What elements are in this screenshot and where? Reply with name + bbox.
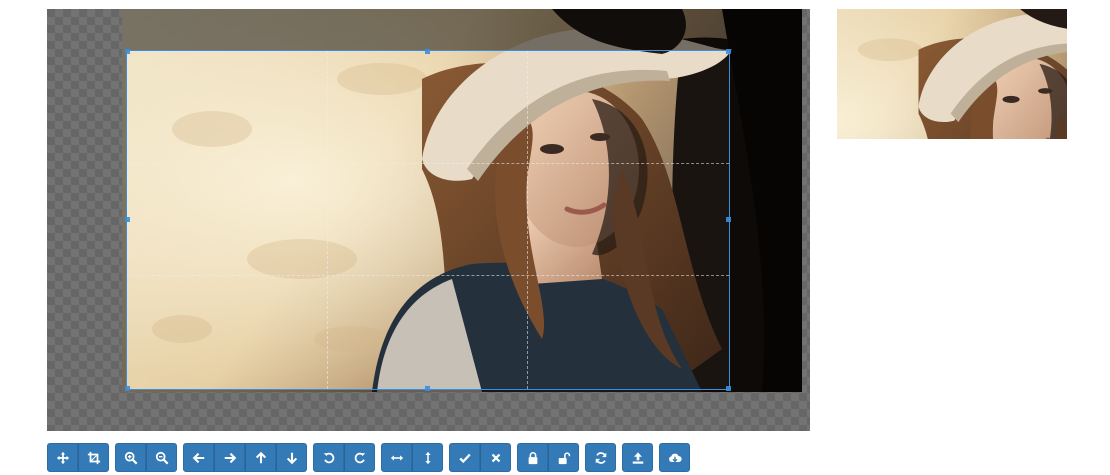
rotate-left-icon (323, 452, 334, 463)
crop-clear-button[interactable] (480, 443, 511, 472)
rotate-group (313, 443, 375, 472)
rotate-left-button[interactable] (313, 443, 344, 472)
upload-image-button[interactable] (622, 443, 653, 472)
move-up-button[interactable] (245, 443, 276, 472)
flip-horizontal-button[interactable] (381, 443, 412, 472)
crop-preview (837, 9, 1067, 139)
upload-group (622, 443, 653, 472)
upload-icon (632, 451, 643, 464)
download-button[interactable] (659, 443, 690, 472)
crop-guide-vertical-1 (327, 51, 328, 389)
download-group (659, 443, 690, 472)
flip-horizontal-icon (390, 454, 403, 461)
toolbar (47, 443, 696, 472)
disable-button[interactable] (517, 443, 548, 472)
arrow-left-icon (192, 452, 204, 463)
resize-handle-s[interactable] (425, 386, 430, 391)
resize-handle-e[interactable] (726, 217, 731, 222)
crop-confirm-button[interactable] (449, 443, 480, 472)
arrow-up-icon (255, 451, 266, 463)
crop-actions-group (449, 443, 511, 472)
move-down-button[interactable] (276, 443, 307, 472)
resize-handle-w[interactable] (125, 217, 130, 222)
flip-group (381, 443, 443, 472)
move-right-button[interactable] (214, 443, 245, 472)
zoom-out-icon (155, 451, 168, 464)
move-group (183, 443, 307, 472)
zoom-out-button[interactable] (146, 443, 177, 472)
refresh-icon (595, 451, 606, 464)
move-icon (56, 451, 69, 464)
resize-handle-n[interactable] (425, 49, 430, 54)
move-left-button[interactable] (183, 443, 214, 472)
cloud-download-icon (668, 453, 682, 462)
crop-guide-horizontal-2 (127, 275, 729, 276)
crop-view (127, 51, 729, 389)
reset-button[interactable] (585, 443, 616, 472)
enable-button[interactable] (548, 443, 579, 472)
resize-handle-se[interactable] (726, 386, 731, 391)
crop-icon (87, 451, 100, 464)
drag-mode-group (47, 443, 109, 472)
resize-handle-nw[interactable] (125, 49, 130, 54)
arrow-down-icon (286, 452, 297, 464)
close-icon (491, 453, 500, 462)
arrow-right-icon (224, 452, 236, 463)
lock-icon (528, 451, 537, 464)
crop-guide-vertical-2 (527, 51, 528, 389)
resize-handle-ne[interactable] (726, 49, 731, 54)
lock-group (517, 443, 579, 472)
crop-guide-horizontal-1 (127, 163, 729, 164)
crop-mode-button[interactable] (78, 443, 109, 472)
unlock-icon (558, 451, 570, 464)
crop-canvas[interactable] (47, 9, 810, 431)
flip-vertical-button[interactable] (412, 443, 443, 472)
check-icon (458, 453, 471, 463)
zoom-in-button[interactable] (115, 443, 146, 472)
zoom-group (115, 443, 177, 472)
move-mode-button[interactable] (47, 443, 78, 472)
crop-box[interactable] (126, 50, 730, 390)
resize-handle-sw[interactable] (125, 386, 130, 391)
rotate-right-icon (354, 452, 365, 463)
flip-vertical-icon (424, 451, 431, 464)
rotate-right-button[interactable] (344, 443, 375, 472)
reset-group (585, 443, 616, 472)
zoom-in-icon (124, 451, 137, 464)
